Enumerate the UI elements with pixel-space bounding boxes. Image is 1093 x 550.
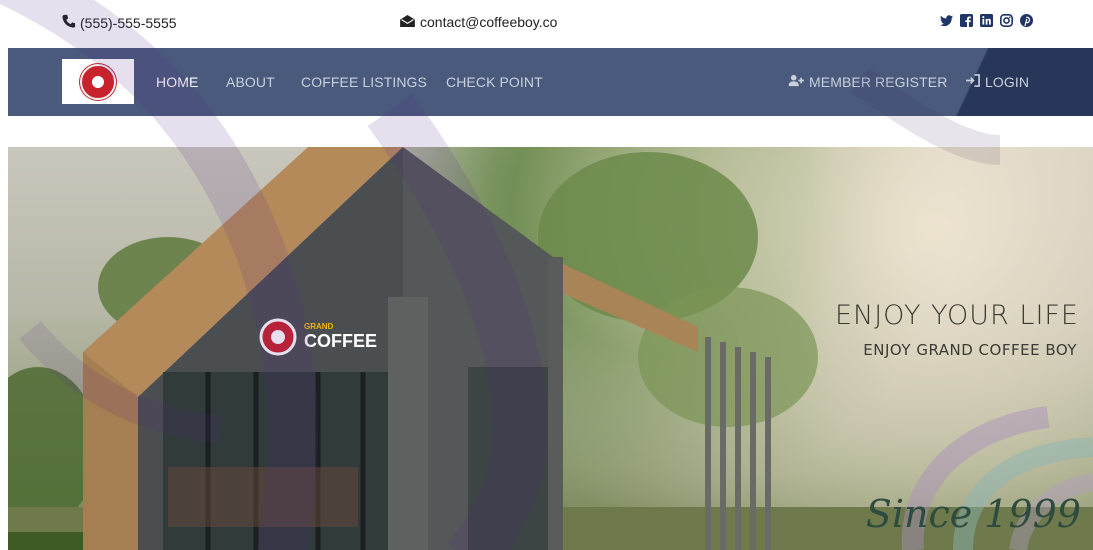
logo-badge (80, 63, 116, 100)
top-contact-bar: (555)-555-5555 contact@coffeeboy.co (0, 0, 1093, 48)
brand-logo[interactable] (62, 59, 134, 104)
pinterest-icon[interactable] (1020, 14, 1033, 27)
user-plus-icon (788, 74, 805, 90)
hero-subtitle: ENJOY GRAND COFFEE BOY (863, 341, 1077, 359)
nav-item-about[interactable]: ABOUT (226, 74, 275, 90)
phone-icon (62, 14, 76, 31)
login-label: LOGIN (985, 74, 1030, 90)
store-sign-small: GRAND (304, 322, 334, 331)
hero-title: ENJOY YOUR LIFE (834, 300, 1079, 331)
linkedin-icon[interactable] (980, 14, 993, 27)
facebook-icon[interactable] (960, 14, 973, 27)
phone-contact[interactable]: (555)-555-5555 (62, 14, 177, 31)
hero-banner: GRAND COFFEE ENJOY YOUR LIFE ENJOY GRAND… (8, 147, 1093, 550)
envelope-icon (400, 14, 415, 30)
login-link[interactable]: LOGIN (966, 74, 1029, 90)
twitter-icon[interactable] (940, 14, 953, 27)
hero-since: Since 1999 (865, 492, 1081, 536)
phone-number: (555)-555-5555 (80, 14, 177, 31)
member-register-link[interactable]: MEMBER REGISTER (788, 74, 947, 90)
store-sign-big: COFFEE (304, 331, 378, 351)
sign-in-icon (966, 74, 981, 90)
email-contact[interactable]: contact@coffeeboy.co (400, 14, 557, 30)
nav-item-home[interactable]: HOME (156, 74, 198, 90)
nav-item-coffee-listings[interactable]: COFFEE LISTINGS (301, 74, 427, 90)
nav-item-check-point[interactable]: CHECK POINT (446, 74, 543, 90)
member-register-label: MEMBER REGISTER (809, 74, 948, 90)
main-navbar: HOME ABOUT COFFEE LISTINGS CHECK POINT M… (8, 48, 1093, 116)
email-address: contact@coffeeboy.co (420, 14, 558, 30)
store-sign: GRAND COFFEE (304, 323, 377, 352)
instagram-icon[interactable] (1000, 14, 1013, 27)
social-links (940, 14, 1033, 27)
